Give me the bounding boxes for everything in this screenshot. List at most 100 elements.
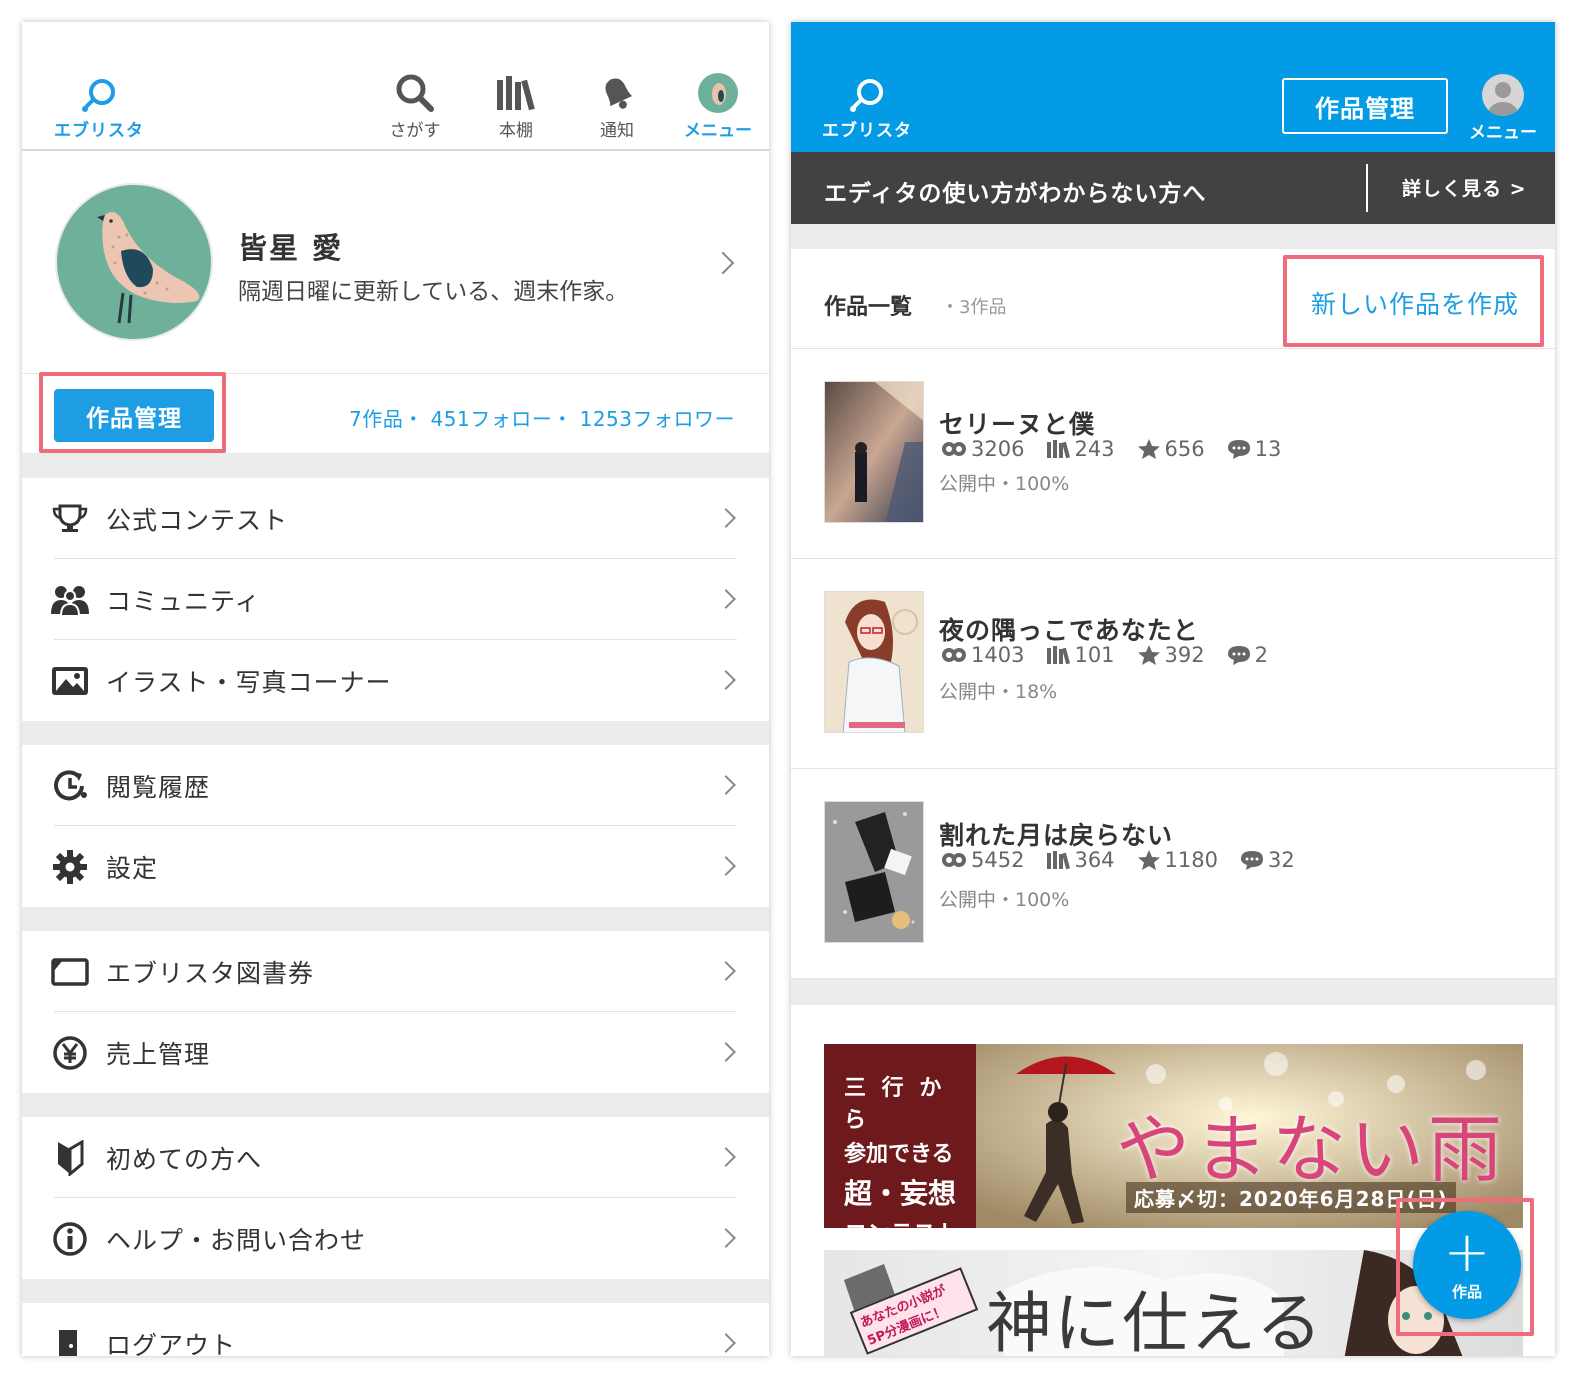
views-count: 5452: [971, 848, 1025, 872]
section-divider: [22, 1093, 769, 1117]
manage-works-button[interactable]: 作品管理: [1282, 78, 1448, 134]
beginner-mark-icon: [51, 1139, 89, 1177]
work-cover-image: [824, 801, 924, 943]
trophy-icon: [51, 500, 89, 538]
menu-item-label: ログアウト: [106, 1331, 237, 1356]
work-stats: 3206 243 656 13: [941, 437, 1299, 461]
works-list-title: 作品一覧: [824, 295, 913, 320]
menu-item[interactable]: エブリスタ図書券: [22, 931, 769, 1012]
menu-label: メニュー: [1469, 123, 1537, 143]
people-icon: [51, 581, 89, 619]
profile-stats[interactable]: 7作品・ 451フォロー・ 1253フォロワー: [349, 403, 735, 432]
menu-item[interactable]: 初めての方へ: [22, 1117, 769, 1198]
menu-button[interactable]: メニュー: [1467, 74, 1539, 143]
ticket-icon: [51, 953, 89, 991]
nav-bookshelf[interactable]: 本棚: [476, 70, 556, 141]
chevron-right-icon: [716, 961, 736, 981]
menu-item-label: 設定: [106, 854, 159, 883]
bookshelf-count: 364: [1074, 848, 1115, 872]
work-cover-image: [824, 381, 924, 523]
logo-text: エブリスタ: [54, 121, 144, 141]
menu-item-label: コミュニティ: [106, 587, 261, 616]
nav-notifications[interactable]: 通知: [577, 70, 657, 141]
star-icon: [1137, 439, 1160, 459]
menu-item[interactable]: 閲覧履歴: [22, 745, 769, 826]
manage-works-button[interactable]: 作品管理: [54, 389, 214, 442]
user-avatar-icon: [1482, 74, 1524, 116]
work-stats: 1403 101 392 2: [941, 643, 1286, 667]
work-title: セリーヌと僕: [939, 410, 1096, 439]
chevron-right-icon: [716, 856, 736, 876]
bookshelf-count: 101: [1074, 643, 1115, 667]
section-divider: [791, 979, 1555, 1005]
views-count: 1403: [971, 643, 1025, 667]
menu-item[interactable]: 公式コンテスト: [22, 478, 769, 559]
menu-item[interactable]: ログアウト: [22, 1303, 769, 1356]
chevron-right-icon: [716, 775, 736, 795]
menu-item-label: イラスト・写真コーナー: [106, 668, 392, 697]
top-bar: エブリスタ 作品管理 メニュー: [791, 22, 1555, 152]
banner-line-3: 超・妄想: [844, 1177, 957, 1210]
banner-deadline: 応募〆切：2020年6月28日(日): [1126, 1182, 1456, 1213]
work-item[interactable]: セリーヌと僕 3206 243 656 13 公開中・100%: [791, 349, 1555, 559]
chevron-right-icon: [716, 1147, 736, 1167]
nav-search[interactable]: さがす: [375, 70, 455, 141]
chevron-right-icon: [716, 1228, 736, 1248]
gear-icon: [51, 848, 89, 886]
bookshelf-count: 243: [1074, 437, 1115, 461]
work-status: 公開中・100%: [939, 889, 1070, 911]
menu-item-label: ヘルプ・お問い合わせ: [106, 1226, 367, 1255]
work-title: 割れた月は戻らない: [939, 821, 1174, 850]
chevron-right-icon: [716, 589, 736, 609]
banner-line-2: 参加できる: [844, 1142, 954, 1167]
chevron-right-icon: [716, 508, 736, 528]
logo-icon: [850, 79, 883, 112]
views-icon: [942, 648, 966, 662]
menu-item-label: 初めての方へ: [106, 1145, 263, 1174]
work-cover-image: [824, 591, 924, 733]
chevron-right-icon: [711, 251, 735, 275]
comments-count: 32: [1268, 848, 1295, 872]
stars-count: 656: [1164, 437, 1205, 461]
section-divider: [791, 224, 1555, 249]
nav-menu[interactable]: メニュー: [678, 70, 758, 141]
work-title: 夜の隅っこであなたと: [939, 616, 1199, 645]
section-divider: [22, 454, 769, 478]
yen-icon: [51, 1034, 89, 1072]
comments-count: 13: [1254, 437, 1282, 461]
section-divider: [22, 721, 769, 745]
bookshelf-icon: [497, 76, 535, 111]
star-icon: [1137, 850, 1160, 870]
nav-menu-label: メニュー: [684, 121, 752, 141]
menu-item[interactable]: コミュニティ: [22, 559, 769, 640]
create-new-work-link[interactable]: 新しい作品を作成: [1311, 285, 1519, 321]
info-icon: [51, 1220, 89, 1258]
bookshelf-icon: [1047, 440, 1071, 459]
guide-more-link[interactable]: 詳しく見る >: [1402, 174, 1527, 201]
profile-card[interactable]: 皆星 愛 隔週日曜に更新している、週末作家。: [22, 151, 769, 374]
profile-name: 皆星 愛: [238, 231, 344, 265]
work-item[interactable]: 夜の隅っこであなたと 1403 101 392 2 公開中・18%: [791, 559, 1555, 769]
everystar-logo[interactable]: エブリスタ: [822, 78, 912, 141]
work-stats: 5452 364 1180 32: [941, 848, 1313, 872]
bell-icon: [605, 78, 633, 109]
guide-text: エディタの使い方がわからない方へ: [824, 181, 1207, 207]
everystar-logo[interactable]: エブリスタ: [54, 78, 144, 141]
contest-banner-rain[interactable]: 三 行 か ら 参加できる 超・妄想 コンテスト やまない雨 応募〆切：2020…: [824, 1044, 1523, 1228]
nav-bookshelf-label: 本棚: [499, 121, 533, 141]
menu-item[interactable]: ヘルプ・お問い合わせ: [22, 1198, 769, 1279]
logo-icon: [82, 79, 115, 112]
comments-count: 2: [1254, 643, 1269, 667]
work-item[interactable]: 割れた月は戻らない 5452 364 1180 32 公開中・100%: [791, 769, 1555, 979]
add-work-fab[interactable]: + 作品: [1413, 1211, 1521, 1319]
menu-screen: エブリスタ さがす 本棚 通知 メニュー 皆星 愛 隔週日曜に更新している、週末…: [22, 22, 769, 1356]
banner-left-panel: 三 行 か ら 参加できる 超・妄想 コンテスト: [824, 1044, 976, 1228]
menu-item[interactable]: 売上管理: [22, 1012, 769, 1093]
chevron-right-icon: [716, 670, 736, 690]
profile-stats-row: 作品管理 7作品・ 451フォロー・ 1253フォロワー: [22, 374, 769, 454]
menu-item[interactable]: 設定: [22, 826, 769, 907]
editor-guide-bar: エディタの使い方がわからない方へ 詳しく見る >: [791, 152, 1555, 224]
works-list-header: 作品一覧 ・3作品 新しい作品を作成: [791, 249, 1555, 349]
works-list: セリーヌと僕 3206 243 656 13 公開中・100% 夜の隅っこであな…: [791, 349, 1555, 979]
menu-item[interactable]: イラスト・写真コーナー: [22, 640, 769, 721]
